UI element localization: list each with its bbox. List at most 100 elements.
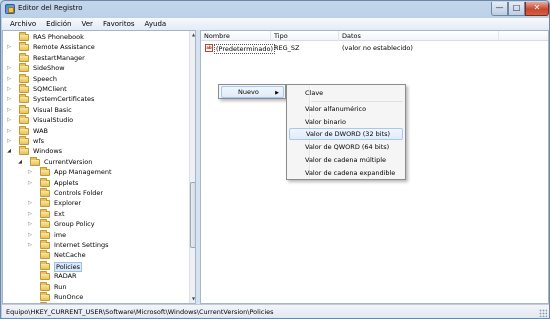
tree-item-label: WAB	[33, 126, 48, 135]
submenu-item-valor-cadena-multiple[interactable]: Valor de cadena múltiple	[289, 154, 403, 166]
folder-icon	[19, 84, 29, 93]
context-menu-nuevo[interactable]: Nuevo ▶	[221, 86, 284, 98]
folder-icon	[19, 52, 29, 62]
submenu-item-valor-dword[interactable]: Valor de DWORD (32 bits)	[289, 128, 403, 140]
expand-arrow-icon[interactable]: ▷	[5, 63, 13, 73]
tree-item[interactable]: Run	[3, 281, 187, 292]
tree-item[interactable]: ▷ wfs	[3, 136, 187, 146]
expand-arrow-icon[interactable]: ▷	[5, 105, 13, 115]
folder-icon	[19, 63, 29, 73]
tree-item-label: App Management	[54, 168, 112, 177]
tree-item[interactable]: RAS Phonebook	[3, 32, 187, 42]
tree-item[interactable]: ▷ SystemCertificates	[3, 94, 187, 104]
folder-icon	[40, 188, 50, 197]
expand-arrow-icon[interactable]: ▷	[26, 198, 34, 208]
folder-icon	[40, 292, 50, 301]
expand-arrow-icon[interactable]: ▷	[5, 126, 13, 136]
tree-item[interactable]: ▷ Remote Assistance	[3, 42, 187, 52]
expand-arrow-icon[interactable]: ▷	[26, 167, 34, 177]
expand-arrow-icon[interactable]: ▷	[5, 84, 13, 94]
tree-item-label: Remote Assistance	[33, 43, 95, 52]
submenu-item-valor-alfanumerico[interactable]: Valor alfanumérico	[289, 103, 403, 115]
tree-item[interactable]: ▷ Group Policy	[3, 219, 187, 229]
menu-bar: Archivo Edición Ver Favoritos Ayuda	[2, 18, 549, 30]
resize-grip-icon[interactable]	[539, 309, 547, 317]
tree-scrollbar[interactable]: ▲ ▼	[189, 31, 195, 303]
tree-item[interactable]: RestartManager	[3, 52, 187, 63]
tree-item[interactable]: ▷ Speech	[3, 73, 187, 84]
tree-item[interactable]: ◢ Windows	[3, 146, 187, 156]
folder-icon	[40, 260, 50, 270]
tree-item[interactable]: ▷ Visual Basic	[3, 104, 187, 115]
tree-item[interactable]: Controls Folder	[3, 188, 187, 198]
tree-item[interactable]: ▷ VisualStudio	[3, 115, 187, 125]
folder-icon	[19, 136, 29, 145]
tree-item[interactable]: ▷ SideShow	[3, 63, 187, 73]
menu-ayuda[interactable]: Ayuda	[140, 18, 172, 30]
column-header-name[interactable]: Nombre	[201, 31, 271, 41]
tree-item-label: Internet Settings	[54, 241, 109, 249]
tree-item[interactable]: ▷ App Management	[3, 167, 187, 177]
folder-icon	[40, 271, 50, 281]
collapse-arrow-icon[interactable]: ◢	[16, 157, 24, 167]
folder-icon	[19, 73, 29, 83]
submenu-item-valor-qword[interactable]: Valor de QWORD (64 bits)	[289, 141, 403, 153]
maximize-button[interactable]: □	[508, 2, 525, 16]
folder-icon	[30, 156, 40, 166]
menu-archivo[interactable]: Archivo	[5, 18, 41, 30]
tree-item-label: ime	[54, 230, 67, 239]
expand-arrow-icon[interactable]: ▷	[26, 178, 34, 188]
tree-item[interactable]: ▷ WAB	[3, 125, 187, 136]
context-menu: Nuevo ▶	[218, 84, 286, 99]
tree-item-label: Explorer	[54, 199, 82, 208]
expand-arrow-icon[interactable]: ▷	[26, 219, 34, 229]
folder-icon	[19, 146, 29, 156]
tree-item[interactable]: ▷ Explorer	[3, 198, 187, 208]
expand-arrow-icon[interactable]: ▷	[26, 240, 34, 250]
folder-icon	[19, 115, 29, 125]
column-header-data[interactable]: Datos	[339, 31, 499, 41]
close-button[interactable]: ✕	[525, 2, 549, 16]
submenu-item-clave[interactable]: Clave	[289, 87, 403, 99]
list-header: Nombre Tipo Datos	[201, 31, 548, 41]
minimize-button[interactable]: —	[491, 2, 508, 16]
tree-item[interactable]: RADAR	[3, 271, 187, 281]
menu-ver[interactable]: Ver	[77, 18, 98, 30]
registry-tree[interactable]: RAS Phonebook ▷ Remote Assistance RestartMa…	[2, 30, 196, 304]
folder-icon	[19, 104, 29, 114]
tree-item[interactable]: ▷ SQMClient	[3, 84, 187, 94]
tree-item-label: wfs	[33, 137, 44, 145]
tree-item[interactable]: RunOnce	[3, 292, 187, 302]
tree-item-label: RunOnce	[54, 293, 84, 301]
tree-item[interactable]: ▷ Ext	[3, 208, 187, 219]
collapse-arrow-icon[interactable]: ◢	[5, 146, 13, 156]
column-header-type[interactable]: Tipo	[271, 31, 339, 41]
menu-favoritos[interactable]: Favoritos	[98, 18, 140, 30]
expand-arrow-icon[interactable]: ▷	[5, 74, 13, 84]
tree-item-label: Windows	[33, 147, 63, 156]
expand-arrow-icon[interactable]: ▷	[26, 209, 34, 219]
expand-arrow-icon[interactable]: ▷	[26, 230, 34, 240]
menu-edicion[interactable]: Edición	[41, 18, 76, 30]
tree-item[interactable]: ▷ Internet Settings	[3, 240, 187, 250]
expand-arrow-icon[interactable]: ▷	[5, 42, 13, 52]
tree-item[interactable]: NetCache	[3, 250, 187, 260]
tree-item[interactable]: Policies	[3, 260, 187, 272]
value-data: (valor no establecido)	[342, 44, 413, 52]
folder-icon	[40, 229, 50, 239]
submenu-item-valor-binario[interactable]: Valor binario	[289, 116, 403, 128]
submenu-item-valor-cadena-expandible[interactable]: Valor de cadena expandible	[289, 167, 403, 179]
tree-item[interactable]: ▷ ime	[3, 229, 187, 240]
tree-item-label: Speech	[33, 74, 57, 83]
value-name[interactable]: (Predeterminado)	[214, 44, 275, 54]
submenu-arrow-icon: ▶	[275, 90, 279, 96]
tree-item-label: Controls Folder	[54, 189, 104, 197]
tree-item[interactable]: ▷ Applets	[3, 177, 187, 188]
title-bar[interactable]: Editor del Registro — □ ✕	[1, 1, 549, 18]
expand-arrow-icon[interactable]: ▷	[5, 115, 13, 125]
expand-arrow-icon[interactable]: ▷	[5, 94, 13, 104]
tree-item[interactable]: ◢ CurrentVersion	[3, 156, 187, 167]
expand-arrow-icon[interactable]: ▷	[5, 136, 13, 146]
value-type: REG_SZ	[274, 44, 300, 52]
